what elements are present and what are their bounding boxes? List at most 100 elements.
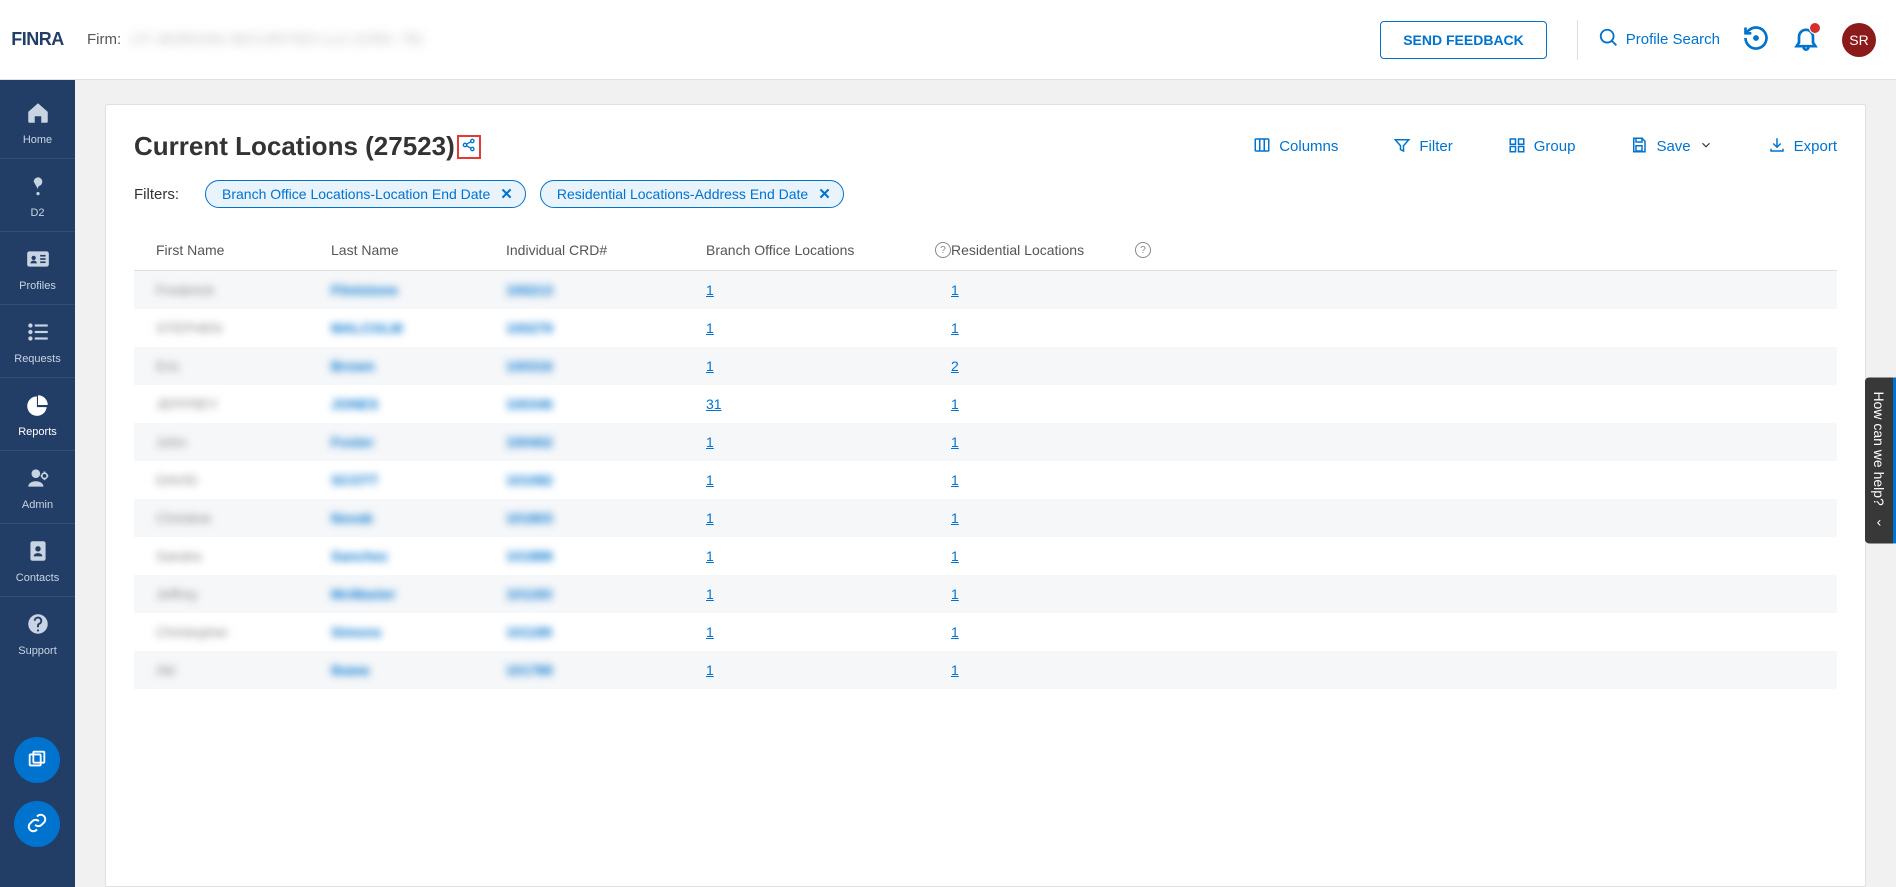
col-branch[interactable]: Branch Office Locations ? [706, 242, 951, 258]
cell-residential-link[interactable]: 1 [951, 320, 959, 336]
cell-crd[interactable]: 100402 [506, 434, 553, 450]
filter-chip-branch-end-date[interactable]: Branch Office Locations-Location End Dat… [205, 180, 526, 208]
cell-residential-link[interactable]: 1 [951, 434, 959, 450]
cell-residential-link[interactable]: 1 [951, 510, 959, 526]
cell-residential-link[interactable]: 1 [951, 472, 959, 488]
cell-last-name[interactable]: SCOTT [331, 472, 378, 488]
cell-branch-link[interactable]: 1 [706, 282, 714, 298]
table-body[interactable]: FrederickFlintstone10021311STEPHENMALCOL… [134, 271, 1837, 886]
table-row: Christine Novak 101803 1 1 [134, 499, 1837, 537]
col-residential-label: Residential Locations [951, 242, 1084, 258]
cell-crd[interactable]: 100316 [506, 358, 553, 374]
cell-branch-link[interactable]: 1 [706, 586, 714, 602]
col-first-name[interactable]: First Name [156, 242, 331, 258]
pie-chart-icon [25, 392, 51, 421]
filter-button[interactable]: Filter [1393, 136, 1452, 158]
float-windows-button[interactable] [14, 737, 60, 783]
save-button[interactable]: Save [1630, 136, 1712, 158]
cell-crd[interactable]: 101888 [506, 548, 553, 564]
sidebar-item-reports[interactable]: Reports [0, 378, 75, 451]
cell-branch-link[interactable]: 1 [706, 358, 714, 374]
col-crd[interactable]: Individual CRD# [506, 242, 706, 258]
cell-crd[interactable]: 101183 [506, 586, 552, 602]
cell-last-name[interactable]: Novak [331, 510, 373, 526]
sidebar-label-admin: Admin [22, 499, 53, 511]
cell-crd[interactable]: 101082 [506, 472, 553, 488]
close-icon[interactable]: ✕ [500, 187, 513, 202]
table-row: JEFFREYJONES100346311 [134, 385, 1837, 423]
cell-last-name[interactable]: Flintstone [331, 282, 398, 298]
cell-last-name[interactable]: MALCOLM [331, 320, 403, 336]
columns-button[interactable]: Columns [1253, 136, 1338, 158]
sidebar-item-d2[interactable]: D2 [0, 159, 75, 232]
export-button[interactable]: Export [1768, 136, 1837, 158]
cell-first-name: Christine [156, 510, 211, 526]
cell-last-name[interactable]: Brown [331, 358, 375, 374]
divider [1577, 20, 1578, 60]
filter-chip-residential-end-date[interactable]: Residential Locations-Address End Date ✕ [540, 180, 844, 208]
sidebar-label-requests: Requests [14, 353, 60, 365]
sidebar-item-support[interactable]: Support [0, 597, 75, 669]
table-row: STEPHENMALCOLM10027911 [134, 309, 1837, 347]
cell-branch-link[interactable]: 1 [706, 624, 714, 640]
columns-label: Columns [1279, 138, 1338, 155]
help-tab[interactable]: How can we help? ‹ [1865, 377, 1896, 543]
sidebar-item-contacts[interactable]: Contacts [0, 524, 75, 597]
history-button[interactable] [1742, 24, 1770, 56]
cell-last-name[interactable]: Sanchez [331, 548, 388, 564]
cell-last-name[interactable]: Ikawa [331, 662, 369, 678]
send-feedback-button[interactable]: SEND FEEDBACK [1380, 21, 1547, 59]
col-residential[interactable]: Residential Locations ? [951, 242, 1151, 258]
cell-branch-link[interactable]: 1 [706, 320, 714, 336]
cell-crd[interactable]: 100279 [506, 320, 553, 336]
profile-search-link[interactable]: Profile Search [1598, 27, 1720, 53]
cell-crd[interactable]: 101789 [506, 662, 553, 678]
cell-last-name[interactable]: Simons [331, 624, 382, 640]
cell-branch-link[interactable]: 1 [706, 434, 714, 450]
cell-branch-link[interactable]: 1 [706, 510, 714, 526]
cell-residential-link[interactable]: 2 [951, 358, 959, 374]
filter-icon [1393, 136, 1411, 158]
cell-branch-link[interactable]: 1 [706, 548, 714, 564]
sidebar-item-profiles[interactable]: Profiles [0, 232, 75, 305]
cell-crd[interactable]: 101803 [506, 510, 553, 526]
cell-branch-link[interactable]: 31 [706, 396, 722, 412]
logo[interactable]: FINRA [11, 29, 64, 50]
export-label: Export [1794, 138, 1837, 155]
columns-icon [1253, 136, 1271, 158]
cell-last-name[interactable]: McMaster [331, 586, 396, 602]
close-icon[interactable]: ✕ [818, 187, 831, 202]
cell-branch-link[interactable]: 1 [706, 472, 714, 488]
sidebar-label-contacts: Contacts [16, 572, 59, 584]
table-row: Aki Ikawa 101789 1 1 [134, 651, 1837, 689]
cell-residential-link[interactable]: 1 [951, 548, 959, 564]
cell-residential-link[interactable]: 1 [951, 282, 959, 298]
cell-residential-link[interactable]: 1 [951, 396, 959, 412]
cell-crd[interactable]: 100346 [506, 396, 553, 412]
cell-crd[interactable]: 100213 [506, 282, 553, 298]
float-link-button[interactable] [14, 801, 60, 847]
notification-dot [1809, 22, 1821, 34]
col-last-name[interactable]: Last Name [331, 242, 506, 258]
cell-residential-link[interactable]: 1 [951, 662, 959, 678]
cell-residential-link[interactable]: 1 [951, 624, 959, 640]
avatar[interactable]: SR [1842, 23, 1876, 57]
sidebar-item-requests[interactable]: Requests [0, 305, 75, 378]
cell-branch-link[interactable]: 1 [706, 662, 714, 678]
help-icon[interactable]: ? [1135, 242, 1151, 258]
share-button[interactable] [457, 135, 481, 159]
sidebar-item-admin[interactable]: Admin [0, 451, 75, 524]
cell-first-name: Aki [156, 662, 175, 678]
table-row: FrederickFlintstone10021311 [134, 271, 1837, 309]
help-icon[interactable]: ? [935, 242, 951, 258]
search-icon [1598, 27, 1620, 53]
windows-icon [26, 748, 48, 773]
cell-last-name[interactable]: JONES [331, 396, 378, 412]
sidebar-item-home[interactable]: Home [0, 86, 75, 159]
cell-crd[interactable]: 101189 [506, 624, 552, 640]
group-button[interactable]: Group [1508, 136, 1576, 158]
cell-residential-link[interactable]: 1 [951, 586, 959, 602]
notifications-button[interactable] [1792, 24, 1820, 55]
cell-last-name[interactable]: Foster [331, 434, 374, 450]
col-branch-label: Branch Office Locations [706, 242, 854, 258]
